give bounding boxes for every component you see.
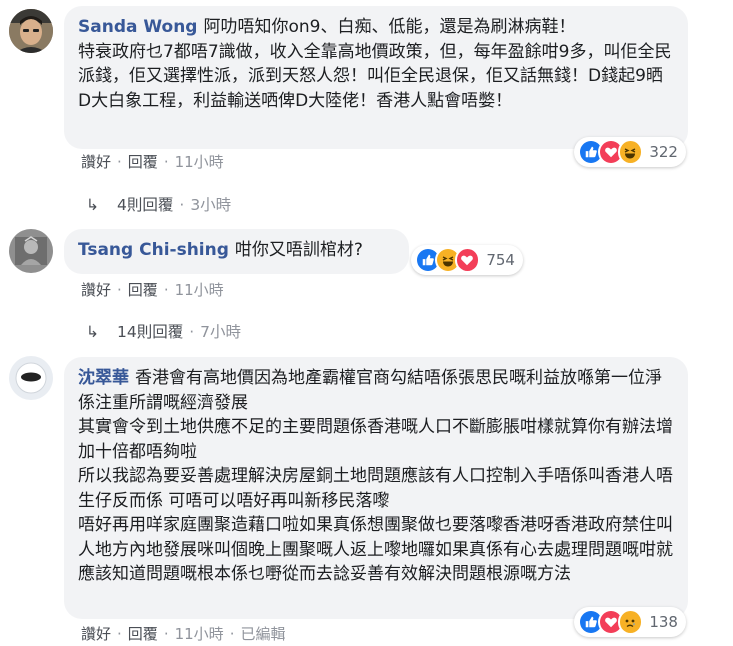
comment-author[interactable]: 沈翠華 [78,368,129,388]
like-button[interactable]: 讚好 [81,281,111,299]
comment-bubble: 沈翠華 香港會有高地價因為地產霸權官商勾結唔係張思民嘅利益放喺第一位淨係注重所謂嘅… [64,357,688,619]
reaction-summary[interactable]: 138 [574,607,686,637]
comment-actions: 讚好 · 回覆 · 11小時 [81,151,224,172]
view-replies-link[interactable]: ↳ 4則回覆 · 3小時 [86,193,231,215]
comment-author[interactable]: Sanda Wong [78,17,197,37]
separator: · [229,625,235,643]
reaction-count: 322 [649,143,678,161]
reply-arrow-icon: ↳ [86,323,99,341]
love-icon [454,247,481,273]
reply-arrow-icon: ↳ [86,196,99,214]
comment-bubble: Sanda Wong 阿叻唔知你on9、白痴、低能，還是為刷淋病鞋！ 特衰政府乜7… [64,6,688,149]
timestamp[interactable]: 11小時 [175,281,224,299]
avatar[interactable] [9,356,53,400]
separator: · [179,196,185,214]
comment-actions: 讚好 · 回覆 · 11小時 [81,279,224,300]
reply-button[interactable]: 回覆 [128,625,158,643]
like-button[interactable]: 讚好 [81,625,111,643]
timestamp[interactable]: 11小時 [175,153,224,171]
reaction-count: 754 [486,251,515,269]
view-replies-link[interactable]: ↳ 14則回覆 · 7小時 [86,320,241,342]
replies-count[interactable]: 14則回覆 [117,323,183,341]
reaction-count: 138 [649,613,678,631]
reaction-summary[interactable]: 754 [411,245,523,275]
replies-time: 7小時 [200,323,242,341]
separator: · [117,153,122,171]
replies-count[interactable]: 4則回覆 [117,196,173,214]
separator: · [189,323,195,341]
replies-time: 3小時 [190,196,232,214]
separator: · [163,625,169,643]
comment-text: 香港會有高地價因為地產霸權官商勾結唔係張思民嘅利益放喺第一位淨係注重所謂嘅經濟發… [78,368,673,584]
separator: · [163,281,169,299]
haha-icon [617,139,644,165]
separator: · [117,625,122,643]
avatar[interactable] [9,9,53,53]
avatar[interactable] [9,229,53,273]
comment-author[interactable]: Tsang Chi-shing [78,240,229,260]
like-button[interactable]: 讚好 [81,153,111,171]
separator: · [163,153,169,171]
sad-icon [617,609,644,635]
separator: · [117,281,122,299]
comment-text: 咁你又唔訓棺材? [234,240,363,260]
timestamp[interactable]: 11小時 [175,625,224,643]
comment-bubble: Tsang Chi-shing 咁你又唔訓棺材? [64,229,409,274]
reply-button[interactable]: 回覆 [128,153,158,171]
reaction-summary[interactable]: 322 [574,137,686,167]
reply-button[interactable]: 回覆 [128,281,158,299]
comment-actions: 讚好 · 回覆 · 11小時 · 已編輯 [81,623,285,644]
edited-label[interactable]: 已編輯 [240,625,285,643]
